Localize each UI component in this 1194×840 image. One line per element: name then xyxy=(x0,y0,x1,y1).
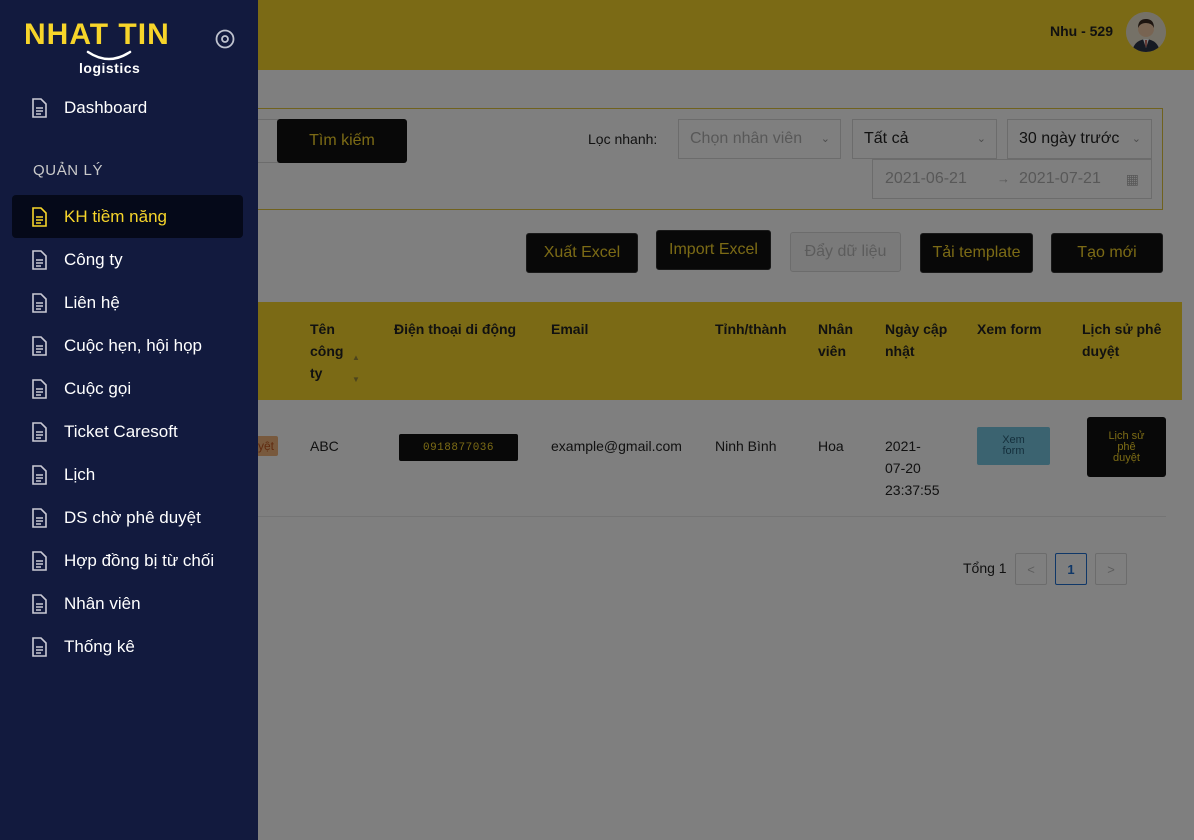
sidebar-item-meetings[interactable]: Cuộc hẹn, hội họp xyxy=(12,324,243,367)
sidebar-item-label: DS chờ phê duyệt xyxy=(64,508,201,527)
sidebar-item-calendar[interactable]: Lịch xyxy=(12,453,243,496)
document-icon xyxy=(32,379,47,399)
settings-icon[interactable] xyxy=(214,28,236,50)
document-icon xyxy=(32,98,47,118)
sidebar-item-label: Công ty xyxy=(64,250,123,269)
document-icon xyxy=(32,293,47,313)
document-icon xyxy=(32,250,47,270)
sidebar-item-label: Nhân viên xyxy=(64,594,141,613)
document-icon xyxy=(32,594,47,614)
brand-name: NHAT TIN xyxy=(24,18,170,51)
document-icon xyxy=(32,207,47,227)
document-icon xyxy=(32,465,47,485)
sidebar-item-label: Thống kê xyxy=(64,637,135,656)
sidebar-item-employees[interactable]: Nhân viên xyxy=(12,582,243,625)
sidebar-item-label: Cuộc hẹn, hội họp xyxy=(64,336,202,355)
sidebar-item-potential-customers[interactable]: KH tiềm năng xyxy=(12,195,243,238)
sidebar-item-pending-approval[interactable]: DS chờ phê duyệt xyxy=(12,496,243,539)
sidebar-drawer: NHAT TIN logistics Dashboard QUẢN LÝ KH … xyxy=(0,0,258,840)
sidebar-item-label: Lịch xyxy=(64,465,96,484)
document-icon xyxy=(32,637,47,657)
sidebar-item-statistics[interactable]: Thống kê xyxy=(12,625,243,668)
sidebar-item-dashboard[interactable]: Dashboard xyxy=(12,86,243,129)
sidebar-item-calls[interactable]: Cuộc gọi xyxy=(12,367,243,410)
sidebar-item-label: Ticket Caresoft xyxy=(64,422,178,441)
sidebar-section-title: QUẢN LÝ xyxy=(33,162,104,179)
document-icon xyxy=(32,551,47,571)
sidebar-item-label: Hợp đồng bị từ chối xyxy=(64,551,215,570)
document-icon xyxy=(32,508,47,528)
sidebar-item-label: Liên hệ xyxy=(64,293,120,312)
sidebar-item-label: Dashboard xyxy=(64,98,148,117)
sidebar-item-rejected-contracts[interactable]: Hợp đồng bị từ chối xyxy=(12,539,243,582)
sidebar-item-contacts[interactable]: Liên hệ xyxy=(12,281,243,324)
sidebar-item-ticket-caresoft[interactable]: Ticket Caresoft xyxy=(12,410,243,453)
sidebar-item-companies[interactable]: Công ty xyxy=(12,238,243,281)
document-icon xyxy=(32,422,47,442)
brand-subtitle: logistics xyxy=(79,60,141,76)
brand-logo[interactable]: NHAT TIN logistics xyxy=(24,18,174,77)
document-icon xyxy=(32,336,47,356)
sidebar-item-label: Cuộc gọi xyxy=(64,379,132,398)
sidebar-item-label: KH tiềm năng xyxy=(64,207,167,226)
